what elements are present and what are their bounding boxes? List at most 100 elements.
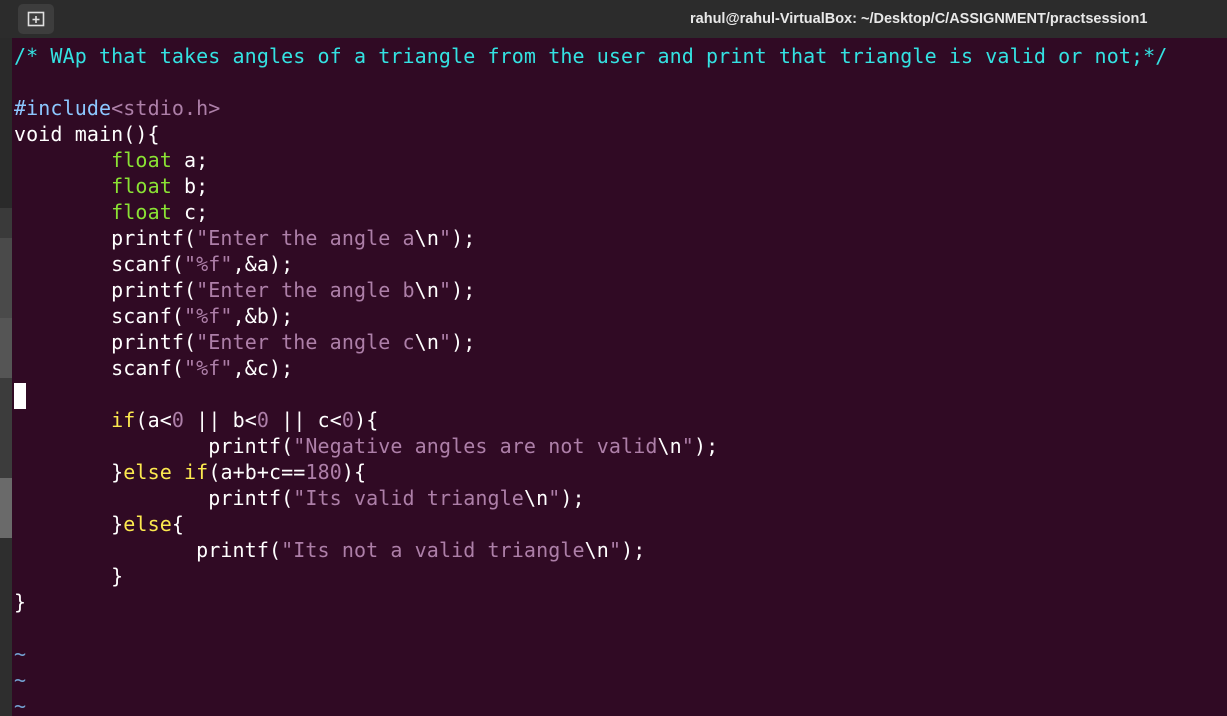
text-cursor — [14, 383, 26, 409]
code-token: "%f" — [183, 304, 233, 328]
code-line: scanf("%f",&c); — [14, 355, 1167, 381]
code-line: }else if(a+b+c==180){ — [14, 459, 1167, 485]
code-line: printf("Its not a valid triangle\n"); — [14, 537, 1167, 563]
code-token: void main(){ — [14, 122, 160, 146]
code-line: printf("Enter the angle c\n"); — [14, 329, 1167, 355]
code-token: ); — [560, 486, 585, 510]
code-line: void main(){ — [14, 121, 1167, 147]
code-token: ,&b); — [232, 304, 294, 328]
code-token: ); — [621, 538, 646, 562]
code-token: /* WAp that takes angles of a triangle f… — [14, 44, 1168, 68]
code-token: } — [14, 512, 124, 536]
new-tab-button[interactable] — [18, 4, 54, 34]
code-token: 0 — [171, 408, 185, 432]
code-line: ~ — [14, 693, 1167, 716]
code-token: "Enter the angle c — [196, 330, 415, 354]
code-token: else — [123, 460, 172, 484]
new-tab-icon — [27, 11, 45, 27]
code-token: "Enter the angle b — [196, 278, 415, 302]
code-token: scanf( — [14, 356, 184, 380]
code-token: ){ — [341, 460, 367, 484]
code-token: { — [171, 512, 185, 536]
code-token: \n — [414, 330, 439, 354]
code-token: printf( — [14, 226, 197, 250]
terminal-titlebar: rahul@rahul-VirtualBox: ~/Desktop/C/ASSI… — [0, 0, 1227, 38]
background-window-edge — [0, 38, 12, 716]
code-token: b; — [171, 174, 209, 198]
code-line: #include<stdio.h> — [14, 95, 1167, 121]
code-line: printf("Negative angles are not valid\n"… — [14, 433, 1167, 459]
code-line: ~ — [14, 641, 1167, 667]
code-token: printf( — [14, 330, 197, 354]
code-line: /* WAp that takes angles of a triangle f… — [14, 43, 1167, 69]
code-token: ,&c); — [232, 356, 294, 380]
code-token: "Its not a valid triangle — [281, 538, 585, 562]
code-token: ~ — [14, 694, 27, 716]
code-token: || c< — [269, 408, 342, 432]
code-token: ); — [451, 226, 476, 250]
code-token: " — [438, 278, 452, 302]
code-token: ~ — [14, 668, 27, 692]
code-token: \n — [414, 226, 439, 250]
code-token: "Its valid triangle — [293, 486, 524, 510]
code-token: printf( — [14, 278, 197, 302]
code-token: 0 — [341, 408, 355, 432]
code-token: float — [111, 174, 172, 198]
vim-editor[interactable]: /* WAp that takes angles of a triangle f… — [12, 38, 1227, 716]
code-token: ){ — [354, 408, 379, 432]
code-token: " — [438, 330, 452, 354]
code-line: printf("Enter the angle a\n"); — [14, 225, 1167, 251]
code-line: printf("Its valid triangle\n"); — [14, 485, 1167, 511]
code-token: } — [14, 460, 124, 484]
code-line: float a; — [14, 147, 1167, 173]
code-token: printf( — [14, 434, 294, 458]
code-token: 180 — [305, 460, 342, 484]
code-token: if — [184, 460, 209, 484]
code-token: scanf( — [14, 304, 184, 328]
code-token: ); — [693, 434, 719, 458]
code-token: " — [681, 434, 694, 458]
code-token: ,&a); — [232, 252, 294, 276]
code-token: \n — [584, 538, 609, 562]
code-token: #include — [14, 96, 112, 120]
code-token: "Enter the angle a — [196, 226, 415, 250]
code-token: \n — [657, 434, 682, 458]
code-token: ~ — [14, 642, 27, 666]
code-token: (a+b+c== — [208, 460, 306, 484]
code-token: else — [123, 512, 172, 536]
code-line: float b; — [14, 173, 1167, 199]
code-token: scanf( — [14, 252, 184, 276]
code-token: \n — [523, 486, 549, 510]
code-token: } — [14, 564, 124, 588]
code-line: scanf("%f",&b); — [14, 303, 1167, 329]
code-line: }else{ — [14, 511, 1167, 537]
code-token: " — [548, 486, 561, 510]
code-line: printf("Enter the angle b\n"); — [14, 277, 1167, 303]
code-token: " — [608, 538, 622, 562]
code-token: float — [111, 148, 172, 172]
window-title: rahul@rahul-VirtualBox: ~/Desktop/C/ASSI… — [690, 11, 1148, 27]
code-token: if — [111, 408, 136, 432]
code-token: printf( — [14, 538, 282, 562]
code-token: c; — [171, 200, 209, 224]
code-token: " — [438, 226, 452, 250]
code-line: ~ — [14, 667, 1167, 693]
code-token: } — [14, 590, 27, 614]
code-token: 0 — [256, 408, 270, 432]
code-line: } — [14, 563, 1167, 589]
code-token: "Negative angles are not valid — [293, 434, 658, 458]
code-token: <stdio.h> — [111, 96, 221, 120]
code-token: ); — [451, 278, 476, 302]
source-code: /* WAp that takes angles of a triangle f… — [14, 43, 1167, 716]
code-token: printf( — [14, 486, 294, 510]
code-token: float — [111, 200, 172, 224]
code-token: || b< — [184, 408, 257, 432]
